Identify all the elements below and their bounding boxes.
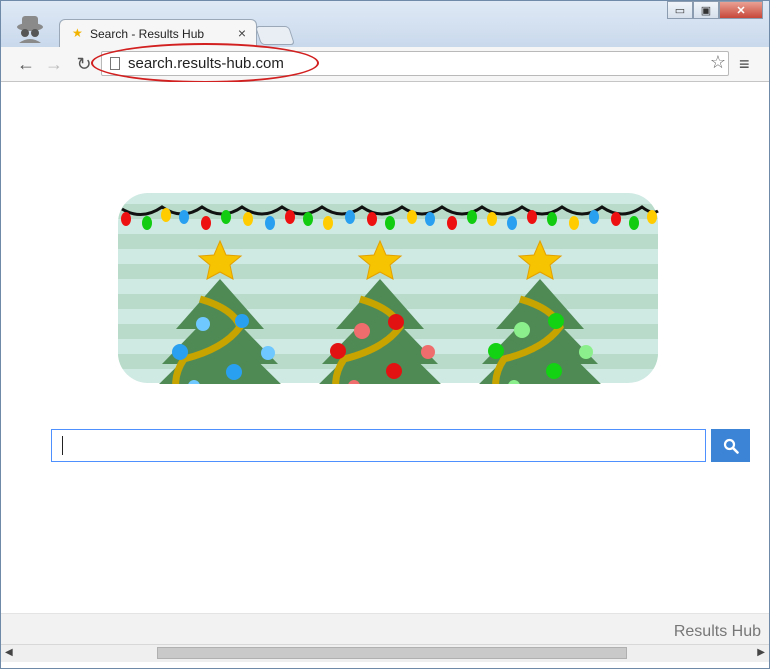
- title-bar: ★ Search - Results Hub × ▭ ▣ ✕: [1, 1, 769, 47]
- search-button[interactable]: [711, 429, 750, 462]
- tab-title: Search - Results Hub: [90, 27, 205, 41]
- window-controls: ▭ ▣ ✕: [667, 1, 763, 21]
- new-tab-button[interactable]: [254, 26, 296, 45]
- tab-favicon-icon: ★: [72, 26, 83, 40]
- close-button[interactable]: ✕: [719, 1, 763, 19]
- scroll-right-icon[interactable]: ▶: [757, 647, 765, 658]
- page-footer: Results Hub: [1, 613, 769, 645]
- browser-window: ★ Search - Results Hub × ▭ ▣ ✕ ← → ↻ sea…: [0, 0, 770, 669]
- maximize-button[interactable]: ▣: [693, 1, 719, 19]
- bookmark-star-icon[interactable]: ☆: [710, 52, 726, 73]
- christmas-doodle: [118, 193, 659, 384]
- tab-close-icon[interactable]: ×: [238, 25, 246, 41]
- scroll-left-icon[interactable]: ◀: [5, 647, 13, 658]
- text-caret: [62, 436, 63, 455]
- forward-button[interactable]: →: [43, 53, 65, 75]
- page-content: [1, 82, 769, 613]
- annotation-ellipse: [91, 43, 319, 83]
- back-button[interactable]: ←: [15, 53, 37, 75]
- search-icon: [723, 438, 739, 454]
- search-input[interactable]: [51, 429, 706, 462]
- minimize-button[interactable]: ▭: [667, 1, 693, 19]
- incognito-icon: [17, 16, 43, 43]
- horizontal-scrollbar[interactable]: ◀ ▶: [1, 644, 769, 662]
- scroll-thumb[interactable]: [157, 647, 627, 659]
- footer-brand: Results Hub: [673, 623, 761, 640]
- menu-icon[interactable]: ≡: [739, 54, 750, 75]
